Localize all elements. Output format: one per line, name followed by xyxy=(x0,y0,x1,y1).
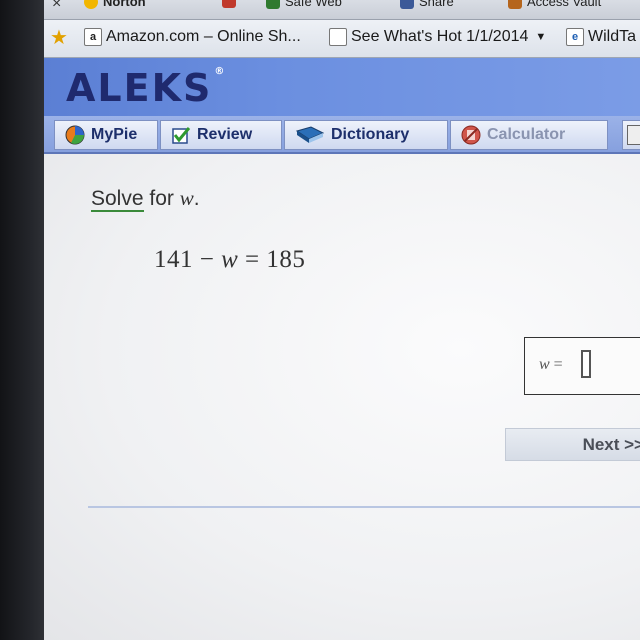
screen-bezel xyxy=(0,0,44,640)
share-button[interactable]: Share xyxy=(400,0,454,9)
norton-icon xyxy=(84,0,98,9)
tab-more[interactable] xyxy=(622,120,640,150)
divider xyxy=(88,506,640,508)
favorite-amazon[interactable]: a Amazon.com – Online Sh... xyxy=(84,28,301,46)
app-header: ALEKS ® xyxy=(44,58,640,116)
safe-web-button[interactable]: Safe Web xyxy=(266,0,342,9)
browser-toolbar: × Norton Safe Web Share Access Vault xyxy=(44,0,640,20)
answer-input[interactable] xyxy=(581,350,591,378)
tab-mypie[interactable]: MyPie xyxy=(54,120,158,150)
chevron-down-icon[interactable]: ▼ xyxy=(535,31,546,43)
vault-icon xyxy=(508,0,522,9)
favorite-see-whats-hot[interactable]: See What's Hot 1/1/2014 ▼ xyxy=(329,28,546,46)
close-icon[interactable]: × xyxy=(52,0,61,13)
tab-review[interactable]: Review xyxy=(160,120,282,150)
norton-button[interactable]: Norton xyxy=(84,0,146,9)
favorites-star-icon[interactable]: ★ xyxy=(50,25,68,50)
access-vault-button[interactable]: Access Vault xyxy=(508,0,601,9)
book-icon xyxy=(295,125,325,145)
next-button[interactable]: Next >> xyxy=(505,428,640,461)
facebook-icon xyxy=(400,0,414,9)
tab-calculator[interactable]: Calculator xyxy=(450,120,608,150)
problem-area: Solve for w. 141 − w = 185 w = Next >> xyxy=(44,154,640,640)
calculator-icon xyxy=(461,125,481,145)
favorites-bar: ★ a Amazon.com – Online Sh... See What's… xyxy=(44,20,640,58)
answer-box: w = xyxy=(524,337,640,395)
solve-link[interactable]: Solve xyxy=(91,187,144,212)
ie-icon: e xyxy=(566,28,584,46)
home-icon xyxy=(222,0,236,8)
problem-instruction: Solve for w. xyxy=(91,186,200,212)
home-button[interactable] xyxy=(222,0,236,8)
tab-dictionary[interactable]: Dictionary xyxy=(284,120,448,150)
page-icon xyxy=(329,28,347,46)
favorite-wildtangent[interactable]: e WildTa xyxy=(566,28,636,46)
tab-bar: MyPie Review Dictionary Calculator xyxy=(44,116,640,154)
problem-equation: 141 − w = 185 xyxy=(154,246,306,273)
pie-chart-icon xyxy=(65,125,85,145)
document-icon xyxy=(627,125,640,145)
safe-web-icon xyxy=(266,0,280,9)
answer-label: w = xyxy=(539,356,563,373)
amazon-icon: a xyxy=(84,28,102,46)
aleks-logo: ALEKS ® xyxy=(66,66,227,110)
checkmark-icon xyxy=(171,125,191,145)
